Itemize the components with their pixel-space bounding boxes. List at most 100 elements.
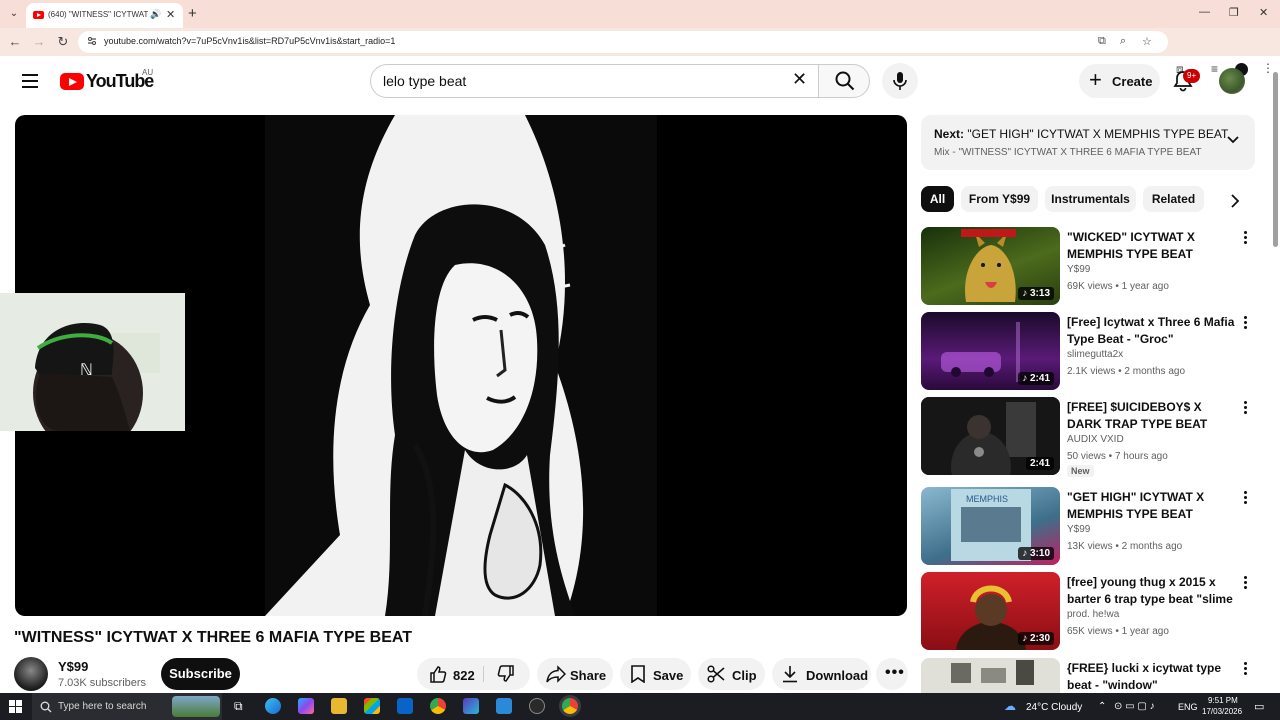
more-vertical-icon[interactable] [1243, 316, 1249, 332]
dislike-thumb-icon[interactable] [497, 665, 515, 683]
recommendation-item[interactable]: {FREE} lucki x icytwat type beat - "wind… [921, 658, 1261, 693]
up-next-panel[interactable]: Next: "GET HIGH" ICYTWAT X MEMPHIS TYPE … [921, 115, 1255, 170]
tab-close-icon[interactable]: ✕ [166, 8, 175, 21]
weather-text[interactable]: 24°C Cloudy [1026, 702, 1082, 713]
video-thumbnail[interactable]: ♪ 2:30 [921, 572, 1060, 650]
video-thumbnail[interactable]: ♪ 3:13 [921, 227, 1060, 305]
account-avatar[interactable] [1219, 68, 1245, 94]
media-controls-icon[interactable]: ≡ [1211, 62, 1218, 76]
recommendation-title[interactable]: [Free] Icytwat x Three 6 Mafia Type Beat… [1067, 314, 1237, 348]
copilot-icon[interactable] [298, 698, 314, 714]
video-thumbnail[interactable]: 2:41 [921, 397, 1060, 475]
bookmark-star-icon[interactable]: ☆ [1142, 35, 1152, 48]
taskbar-search-box[interactable]: Type here to search [32, 693, 222, 720]
task-view-icon[interactable]: ⧉ [234, 699, 243, 714]
tray-chevron-up-icon[interactable]: ⌃ [1098, 701, 1106, 712]
install-app-icon[interactable]: ⧉ [1098, 35, 1106, 48]
recommendation-channel[interactable]: slimegutta2x [1067, 349, 1123, 360]
zoom-icon[interactable]: ⌕ [1120, 35, 1126, 48]
youtube-logo-icon[interactable] [60, 73, 84, 90]
recommendation-title[interactable]: [FREE] $UICIDEBOY$ X DARK TRAP TYPE BEAT… [1067, 399, 1237, 433]
chip-all[interactable]: All [921, 186, 954, 212]
recommendation-channel[interactable]: Y$99 [1067, 524, 1090, 535]
restore-icon[interactable]: ❐ [1229, 6, 1239, 19]
tray-icons[interactable]: ⊙ ▭ ▢ ♪ [1114, 701, 1155, 712]
windows-start-icon[interactable] [9, 700, 22, 713]
recommendation-channel[interactable]: prod. he!wa [1067, 609, 1119, 620]
minimize-icon[interactable]: — [1199, 6, 1210, 18]
video-thumbnail[interactable]: ♪ 2:41 [921, 312, 1060, 390]
scrollbar-thumb[interactable] [1273, 72, 1278, 247]
forward-arrow-icon[interactable]: → [31, 34, 47, 49]
obs-icon[interactable] [529, 698, 545, 714]
page-scrollbar[interactable] [1270, 62, 1280, 692]
channel-avatar[interactable] [14, 657, 48, 691]
save-button[interactable]: Save [620, 658, 691, 690]
edge-icon[interactable] [265, 698, 281, 714]
clear-search-icon[interactable]: ✕ [792, 69, 807, 90]
back-arrow-icon[interactable]: ← [7, 34, 23, 49]
chevron-down-icon[interactable] [1226, 133, 1240, 147]
weather-cloud-icon[interactable]: ☁ [1004, 699, 1016, 713]
recommendation-channel[interactable]: Y$99 [1067, 264, 1090, 275]
recommendation-item[interactable]: MEMPHIS ♪ 3:10 "GET HIGH" ICYTWAT X MEMP… [921, 487, 1261, 567]
more-vertical-icon[interactable] [1243, 231, 1249, 247]
site-info-icon[interactable] [87, 36, 97, 46]
guide-menu-icon[interactable] [22, 74, 38, 88]
download-icon [783, 666, 797, 683]
clock-date[interactable]: 17/03/2026 [1202, 707, 1242, 716]
video-thumbnail[interactable]: MEMPHIS ♪ 3:10 [921, 487, 1060, 565]
app-icon-2[interactable] [496, 698, 512, 714]
like-dislike-group: 822 [417, 658, 530, 690]
chrome-icon[interactable] [430, 698, 446, 714]
music-note-icon: ♪ [1022, 633, 1030, 644]
more-vertical-icon[interactable] [1243, 662, 1249, 678]
app-icon[interactable] [463, 698, 479, 714]
browser-tab-active[interactable]: (640) "WITNESS" ICYTWAT 🔊 ✕ [26, 3, 183, 28]
download-button[interactable]: Download [772, 658, 871, 690]
more-vertical-icon[interactable] [1243, 401, 1249, 417]
like-count[interactable]: 822 [453, 668, 475, 683]
clip-button[interactable]: Clip [698, 658, 765, 690]
channel-name[interactable]: Y$99 [58, 659, 88, 674]
clock-time[interactable]: 9:51 PM [1208, 696, 1238, 705]
tab-search-chevron-icon[interactable]: ⌄ [6, 6, 22, 22]
window-close-icon[interactable]: ✕ [1259, 6, 1268, 19]
webcam-overlay[interactable]: ℕ [0, 293, 185, 431]
create-button[interactable]: + Create [1079, 64, 1160, 98]
chip-related[interactable]: Related [1143, 186, 1204, 212]
recommendation-title[interactable]: {FREE} lucki x icytwat type beat - "wind… [1067, 660, 1237, 693]
reload-icon[interactable]: ↻ [55, 34, 71, 50]
address-bar[interactable]: youtube.com/watch?v=7uP5cVnv1is&list=RD7… [78, 31, 1168, 53]
video-thumbnail[interactable] [921, 658, 1060, 693]
chevron-right-icon[interactable] [1228, 193, 1242, 209]
search-input[interactable] [383, 72, 773, 90]
chip-from-channel[interactable]: From Y$99 [961, 186, 1038, 212]
subscribe-button[interactable]: Subscribe [161, 658, 240, 690]
new-tab-plus-icon[interactable]: + [188, 5, 197, 22]
recommendation-title[interactable]: "GET HIGH" ICYTWAT X MEMPHIS TYPE BEAT [1067, 489, 1237, 523]
recommendation-item[interactable]: ♪ 2:41 [Free] Icytwat x Three 6 Mafia Ty… [921, 312, 1261, 392]
notification-center-icon[interactable]: ▭ [1254, 700, 1264, 713]
more-vertical-icon[interactable] [1243, 491, 1249, 507]
new-badge: New [1067, 465, 1094, 477]
recommendation-item[interactable]: 2:41 [FREE] $UICIDEBOY$ X DARK TRAP TYPE… [921, 397, 1261, 477]
more-vertical-icon[interactable] [1243, 576, 1249, 592]
recommendation-title[interactable]: "WICKED" ICYTWAT X MEMPHIS TYPE BEAT [1067, 229, 1237, 263]
more-actions-button[interactable]: ••• [876, 658, 908, 690]
recommendation-item[interactable]: ♪ 2:30 [free] young thug x 2015 x barter… [921, 572, 1261, 652]
recommendation-item[interactable]: ♪ 3:13 "WICKED" ICYTWAT X MEMPHIS TYPE B… [921, 227, 1261, 307]
chrome-active-icon[interactable] [562, 698, 578, 714]
tab-audio-icon[interactable]: 🔊 [150, 9, 161, 20]
store-icon[interactable] [364, 698, 380, 714]
share-button[interactable]: Share [537, 658, 613, 690]
search-button[interactable] [818, 64, 870, 98]
voice-search-button[interactable] [882, 63, 918, 99]
outlook-icon[interactable] [397, 698, 413, 714]
file-explorer-icon[interactable] [331, 698, 347, 714]
recommendation-channel[interactable]: AUDIX VXID [1067, 434, 1124, 445]
language-indicator[interactable]: ENG [1178, 702, 1198, 712]
like-thumb-icon[interactable] [429, 665, 447, 683]
recommendation-title[interactable]: [free] young thug x 2015 x barter 6 trap… [1067, 574, 1237, 608]
chip-instrumentals[interactable]: Instrumentals [1045, 186, 1136, 212]
